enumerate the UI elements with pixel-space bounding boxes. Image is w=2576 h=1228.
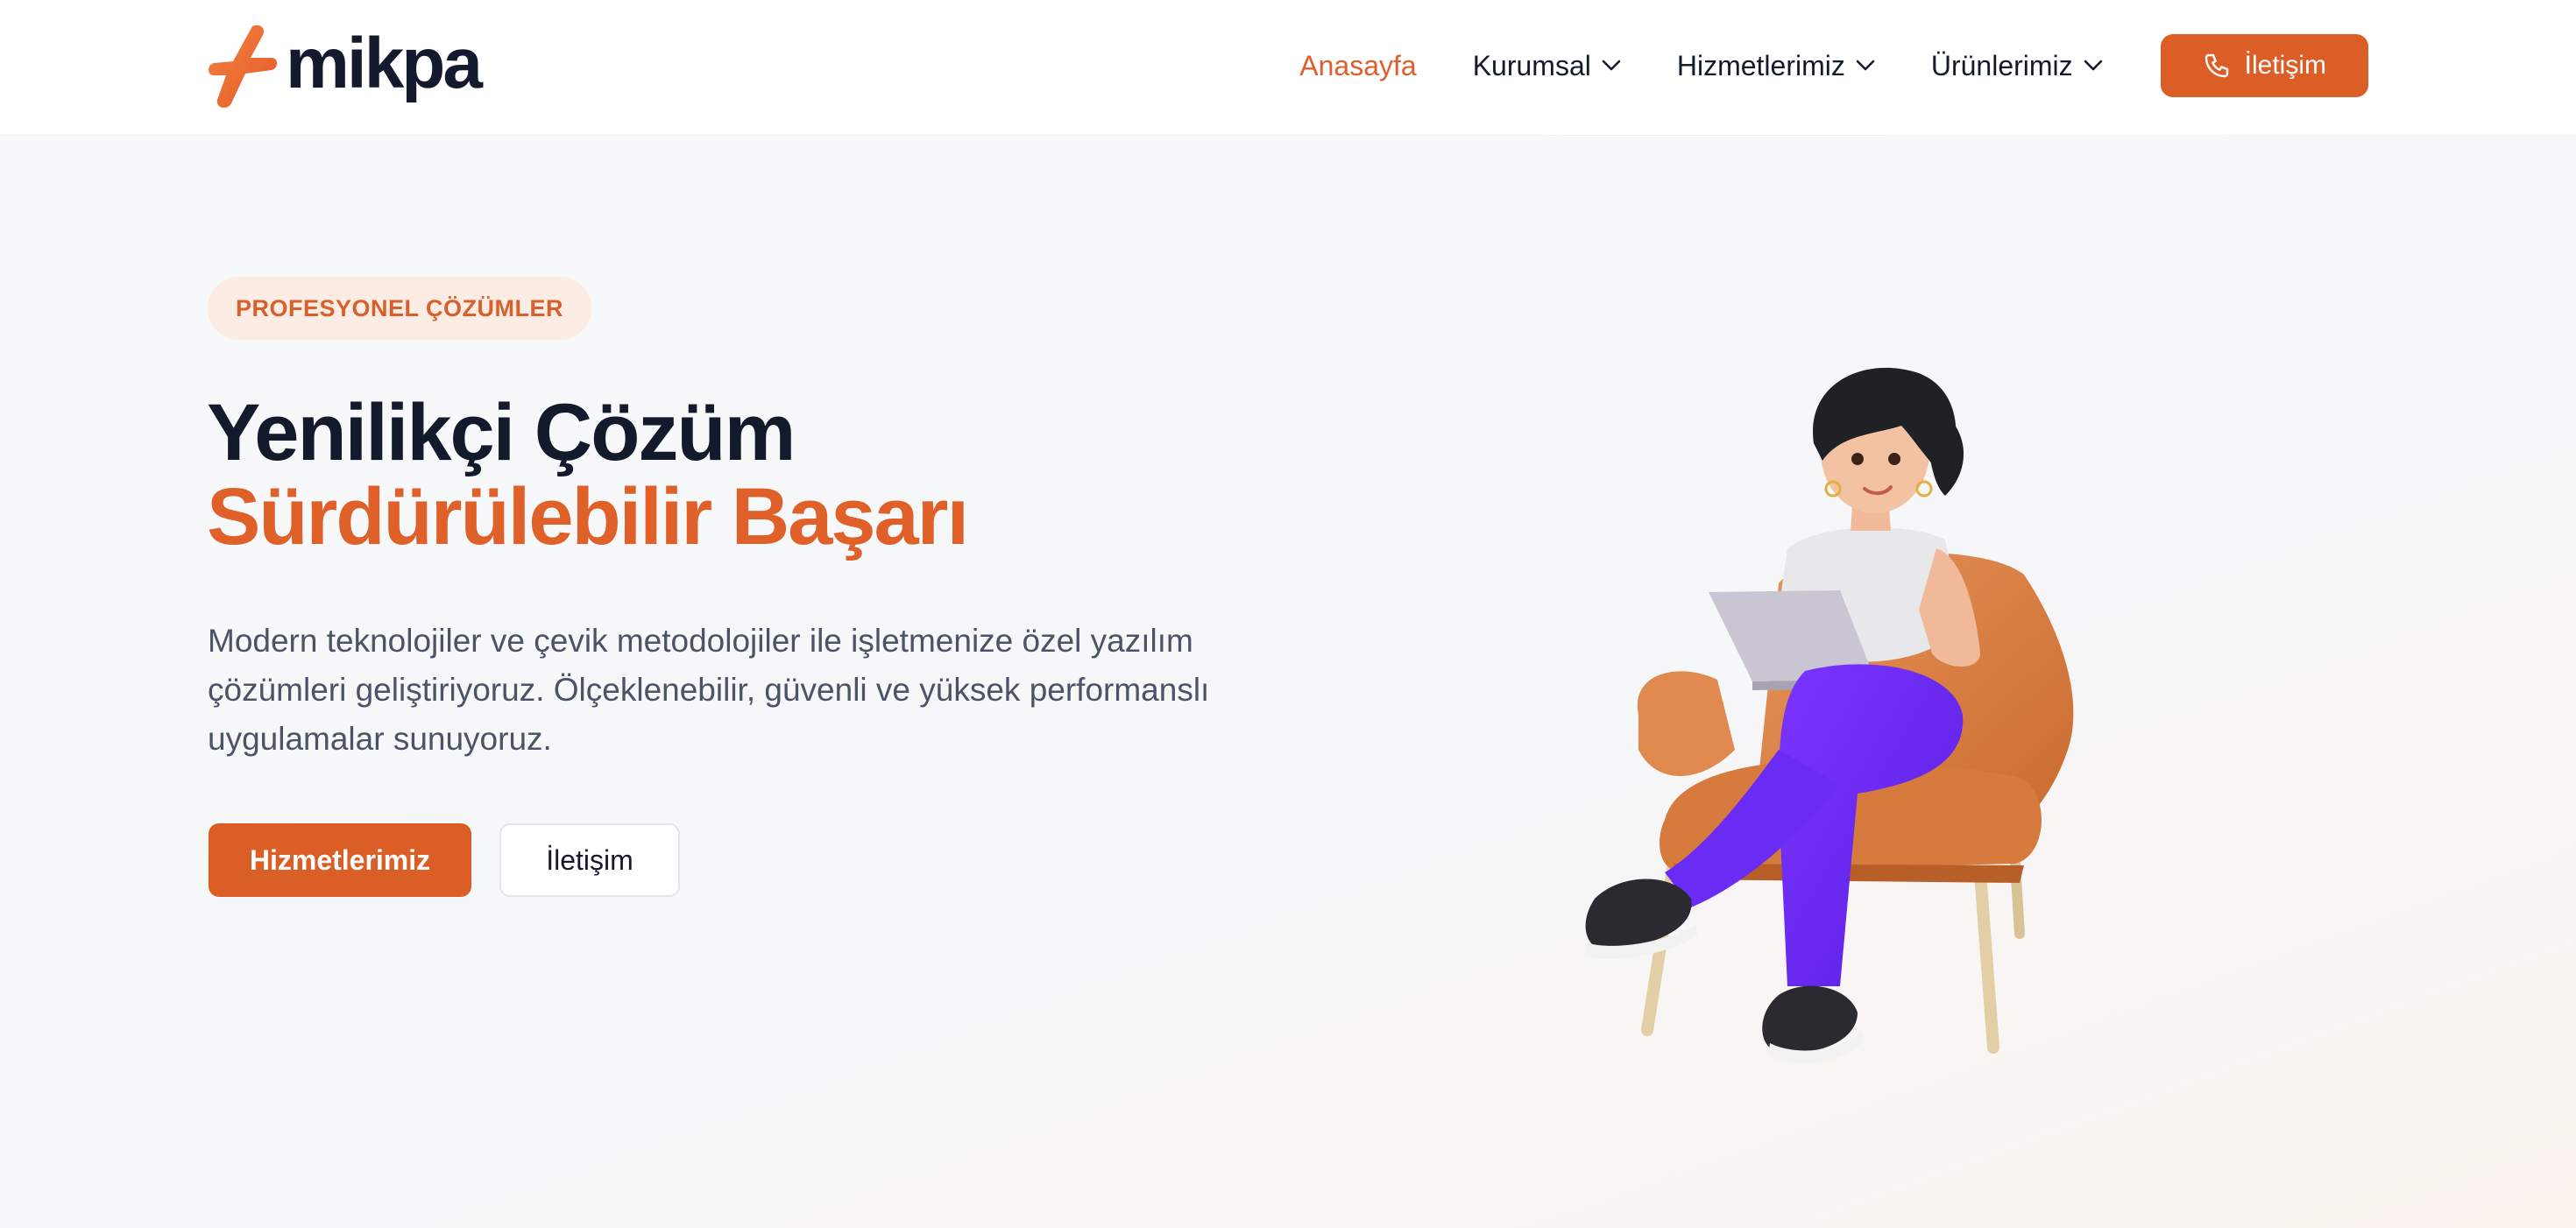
contact-button-label: İletişim [2244, 51, 2326, 80]
site-header: mikpa Anasayfa Kurumsal Hizmetlerimiz Ür… [0, 0, 2576, 136]
nav-item-label: Ürünlerimiz [1930, 49, 2073, 81]
nav-item-hizmetlerimiz[interactable]: Hizmetlerimiz [1677, 50, 1875, 82]
nav-item-label: Hizmetlerimiz [1676, 49, 1845, 81]
contact-secondary-button[interactable]: İletişim [499, 823, 680, 897]
chevron-down-icon [1602, 60, 1621, 71]
chevron-down-icon [2084, 60, 2102, 71]
logo-text: mikpa [286, 24, 483, 103]
contact-button[interactable]: İletişim [2160, 34, 2368, 97]
phone-icon [2204, 53, 2228, 78]
nav-item-kurumsal[interactable]: Kurumsal [1473, 50, 1621, 82]
nav-item-urunlerimiz[interactable]: Ürünlerimiz [1931, 50, 2103, 82]
mikpa-logo-icon [209, 25, 277, 108]
hero-badge: PROFESYONEL ÇÖZÜMLER [208, 277, 592, 340]
hero-title-line2: Sürdürülebilir Başarı [207, 472, 969, 561]
nav-item-label: Kurumsal [1472, 49, 1591, 81]
hero-description: Modern teknolojiler ve çevik metodolojil… [208, 623, 1210, 757]
logo[interactable]: mikpa [207, 23, 483, 110]
nav-item-label: Anasayfa [1299, 49, 1417, 81]
hero-title-line1: Yenilikçi Çözüm [207, 388, 796, 477]
woman-with-laptop-in-armchair-illustration [1584, 367, 2074, 1063]
main-nav: Anasayfa Kurumsal Hizmetlerimiz Ürünleri… [1299, 33, 2368, 98]
hero-section: PROFESYONEL ÇÖZÜMLER Yenilikçi Çözüm Sür… [0, 137, 2576, 1228]
hero-title: Yenilikçi Çözüm Sürdürülebilir Başarı [207, 388, 969, 561]
chevron-down-icon [1856, 60, 1875, 71]
services-button[interactable]: Hizmetlerimiz [209, 823, 471, 897]
nav-item-anasayfa[interactable]: Anasayfa [1299, 50, 1416, 82]
